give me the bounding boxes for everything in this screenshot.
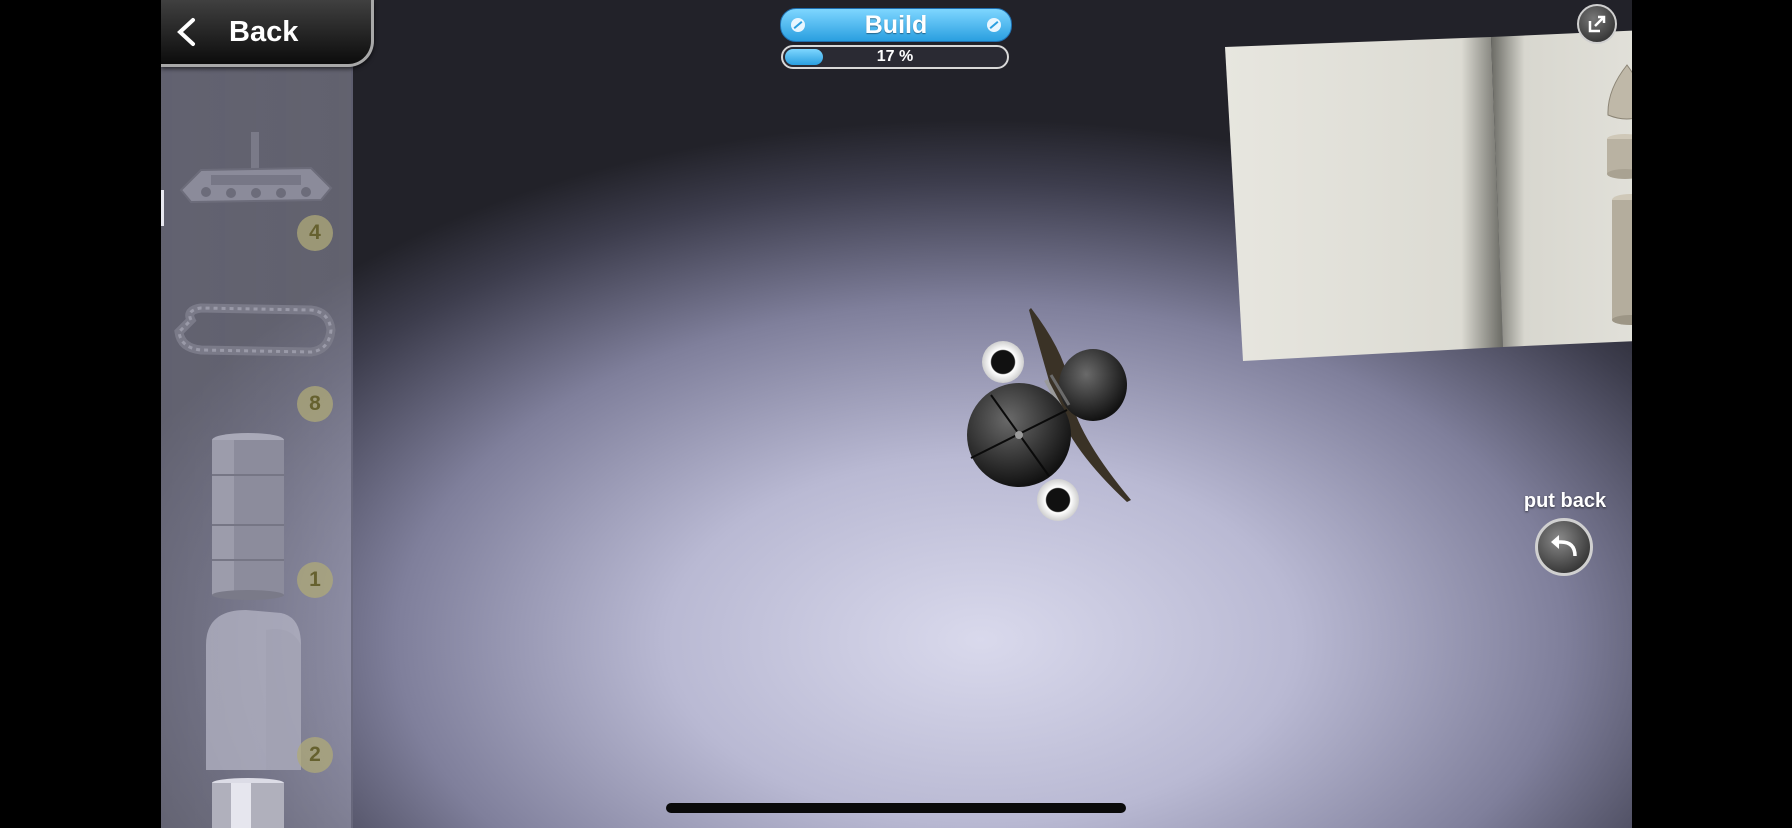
- put-back-label: put back: [1523, 490, 1607, 512]
- progress-text: 17 %: [876, 48, 914, 65]
- part-count-badge: 1: [297, 562, 333, 598]
- part-item-next[interactable]: [171, 778, 341, 828]
- expand-arrow-icon: [1588, 15, 1606, 33]
- panel-scroll-indicator[interactable]: [161, 190, 164, 226]
- chevron-left-icon: [175, 17, 215, 47]
- build-scene[interactable]: 4 8 1 2: [161, 0, 1632, 828]
- part-item-tank-tracks[interactable]: 4: [171, 120, 341, 255]
- build-progress-bar: 17 %: [781, 45, 1009, 69]
- back-label: Back: [229, 15, 299, 48]
- instruction-book[interactable]: [1221, 25, 1632, 365]
- part-item-cylinder[interactable]: 1: [171, 430, 341, 600]
- home-indicator[interactable]: [666, 803, 1126, 813]
- tank-part-image: [179, 132, 333, 204]
- track-belt-image: [174, 303, 336, 357]
- cylinder-part-image: [212, 778, 284, 828]
- part-count-badge: 8: [297, 386, 333, 422]
- part-count-badge: 2: [297, 737, 333, 773]
- undo-arrow-icon: [1551, 535, 1577, 557]
- screw-icon: [791, 18, 805, 32]
- part-item-track-belt[interactable]: 8: [171, 290, 341, 425]
- back-button[interactable]: Back: [161, 0, 374, 67]
- part-item-half-shell[interactable]: 2: [171, 605, 341, 775]
- expand-instructions-button[interactable]: [1577, 4, 1617, 44]
- put-back-button[interactable]: [1535, 518, 1593, 576]
- build-title-pill: Build: [780, 8, 1012, 42]
- parts-panel[interactable]: 4 8 1 2: [161, 0, 353, 828]
- screw-icon: [987, 18, 1001, 32]
- rocket-model[interactable]: [951, 290, 1161, 530]
- part-count-badge: 4: [297, 215, 333, 251]
- build-title: Build: [864, 11, 928, 39]
